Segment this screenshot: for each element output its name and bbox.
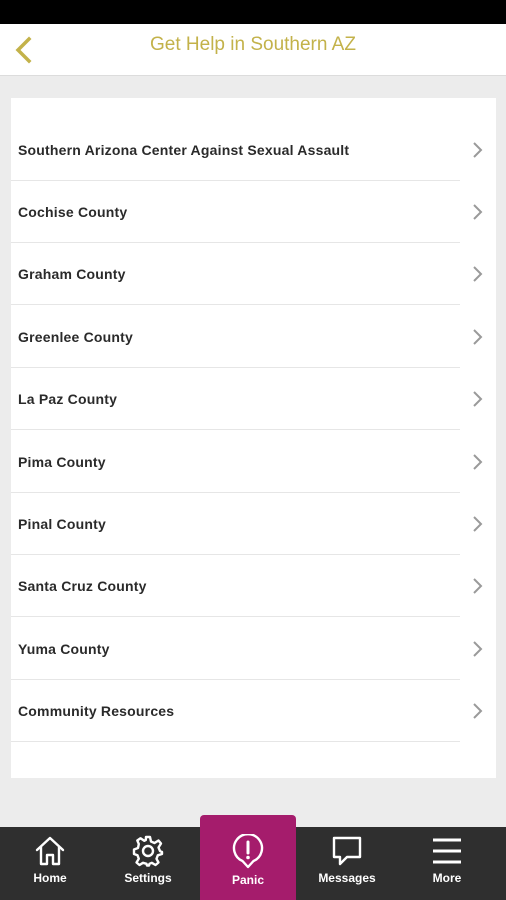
list-item-label: Pima County (18, 454, 106, 470)
list-item-label: Pinal County (18, 516, 106, 532)
county-list: Southern Arizona Center Against Sexual A… (11, 98, 496, 778)
divider (11, 304, 460, 305)
tab-more[interactable]: More (397, 827, 497, 900)
alert-icon (232, 834, 264, 869)
chevron-right-icon (473, 329, 483, 345)
tab-label: Panic (231, 873, 264, 887)
list-item-la-paz[interactable]: La Paz County (11, 368, 496, 430)
tab-home[interactable]: Home (0, 827, 100, 900)
tab-label: Settings (124, 871, 172, 885)
tab-label: Home (33, 871, 67, 885)
divider (11, 616, 460, 617)
list-item-santa-cruz[interactable]: Santa Cruz County (11, 555, 496, 617)
tab-messages[interactable]: Messages (297, 827, 397, 900)
tab-settings[interactable]: Settings (98, 827, 198, 900)
chevron-right-icon (473, 454, 483, 470)
list-item-label: Santa Cruz County (18, 578, 147, 594)
list-item-pima[interactable]: Pima County (11, 431, 496, 493)
divider (11, 741, 460, 742)
list-item-graham[interactable]: Graham County (11, 243, 496, 305)
tab-panic[interactable]: Panic (200, 815, 296, 900)
chevron-right-icon (473, 204, 483, 220)
list-item-label: Community Resources (18, 703, 175, 719)
list-item-yuma[interactable]: Yuma County (11, 618, 496, 680)
chevron-right-icon (473, 516, 483, 532)
chevron-right-icon (473, 266, 483, 282)
tab-label: More (432, 871, 462, 885)
list-item-label: La Paz County (18, 391, 118, 407)
list-item-label: Graham County (18, 266, 126, 282)
chevron-right-icon (473, 578, 483, 594)
chevron-right-icon (473, 641, 483, 657)
list-item-pinal[interactable]: Pinal County (11, 493, 496, 555)
list-item-community-resources[interactable]: Community Resources (11, 680, 496, 742)
list-item-label: Greenlee County (18, 329, 134, 345)
list-item-cochise[interactable]: Cochise County (11, 181, 496, 243)
tab-label: Messages (318, 871, 376, 885)
bottom-tab-bar: Home Settings Panic Messages More (0, 815, 506, 900)
menu-icon (433, 838, 461, 864)
home-icon (35, 836, 65, 866)
list-item-greenlee[interactable]: Greenlee County (11, 306, 496, 368)
gear-icon (132, 835, 164, 867)
list-item-label: Cochise County (18, 204, 128, 220)
list-item-sacasa[interactable]: Southern Arizona Center Against Sexual A… (11, 119, 496, 181)
chevron-right-icon (473, 391, 483, 407)
chevron-right-icon (473, 142, 483, 158)
list-item-label: Yuma County (18, 641, 110, 657)
status-bar (0, 0, 506, 24)
divider (11, 429, 460, 430)
header: Get Help in Southern AZ (0, 24, 506, 76)
list-item-label: Southern Arizona Center Against Sexual A… (18, 142, 350, 158)
page-title: Get Help in Southern AZ (150, 34, 356, 55)
chevron-right-icon (473, 703, 483, 719)
message-icon (332, 836, 362, 866)
